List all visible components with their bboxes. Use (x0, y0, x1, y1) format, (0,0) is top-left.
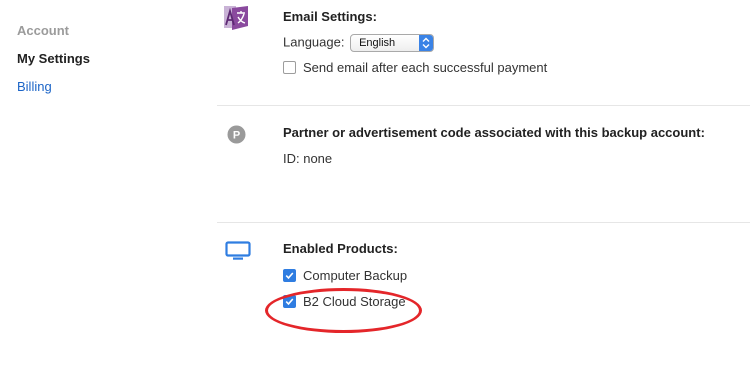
computer-backup-checkbox[interactable] (283, 269, 296, 283)
language-select[interactable]: English (350, 34, 435, 52)
email-settings-title: Email Settings: (283, 9, 377, 24)
notify-row: Send email after each successful payment (283, 60, 547, 76)
checkmark-icon (285, 298, 294, 306)
b2-cloud-storage-checkbox[interactable] (283, 295, 296, 309)
product-b2-cloud-storage-row: B2 Cloud Storage (283, 294, 406, 310)
p-badge-icon: P (227, 125, 246, 149)
notify-checkbox[interactable] (283, 61, 296, 75)
partner-id-text: ID: none (283, 151, 333, 166)
sidebar-item-billing[interactable]: Billing (17, 78, 197, 96)
sidebar-item-my-settings[interactable]: My Settings (17, 50, 197, 68)
b2-cloud-storage-label: B2 Cloud Storage (303, 294, 406, 309)
section-divider (217, 222, 750, 223)
product-computer-backup-row: Computer Backup (283, 268, 407, 284)
language-label: Language: (283, 34, 345, 50)
partner-title: Partner or advertisement code associated… (283, 125, 705, 140)
computer-backup-label: Computer Backup (303, 268, 408, 283)
translate-icon (222, 4, 252, 37)
enabled-products-title: Enabled Products: (283, 241, 398, 256)
checkmark-icon (285, 272, 294, 280)
section-divider (217, 105, 750, 106)
language-select-value: English (359, 37, 396, 49)
svg-text:P: P (233, 130, 240, 142)
language-row: Language: English (283, 34, 435, 52)
select-arrows-icon (419, 35, 434, 51)
sidebar-heading: Account (17, 23, 69, 38)
account-sidebar: Account My Settings Billing (17, 22, 197, 96)
monitor-icon (225, 241, 251, 266)
notify-label: Send email after each successful payment (303, 60, 548, 75)
